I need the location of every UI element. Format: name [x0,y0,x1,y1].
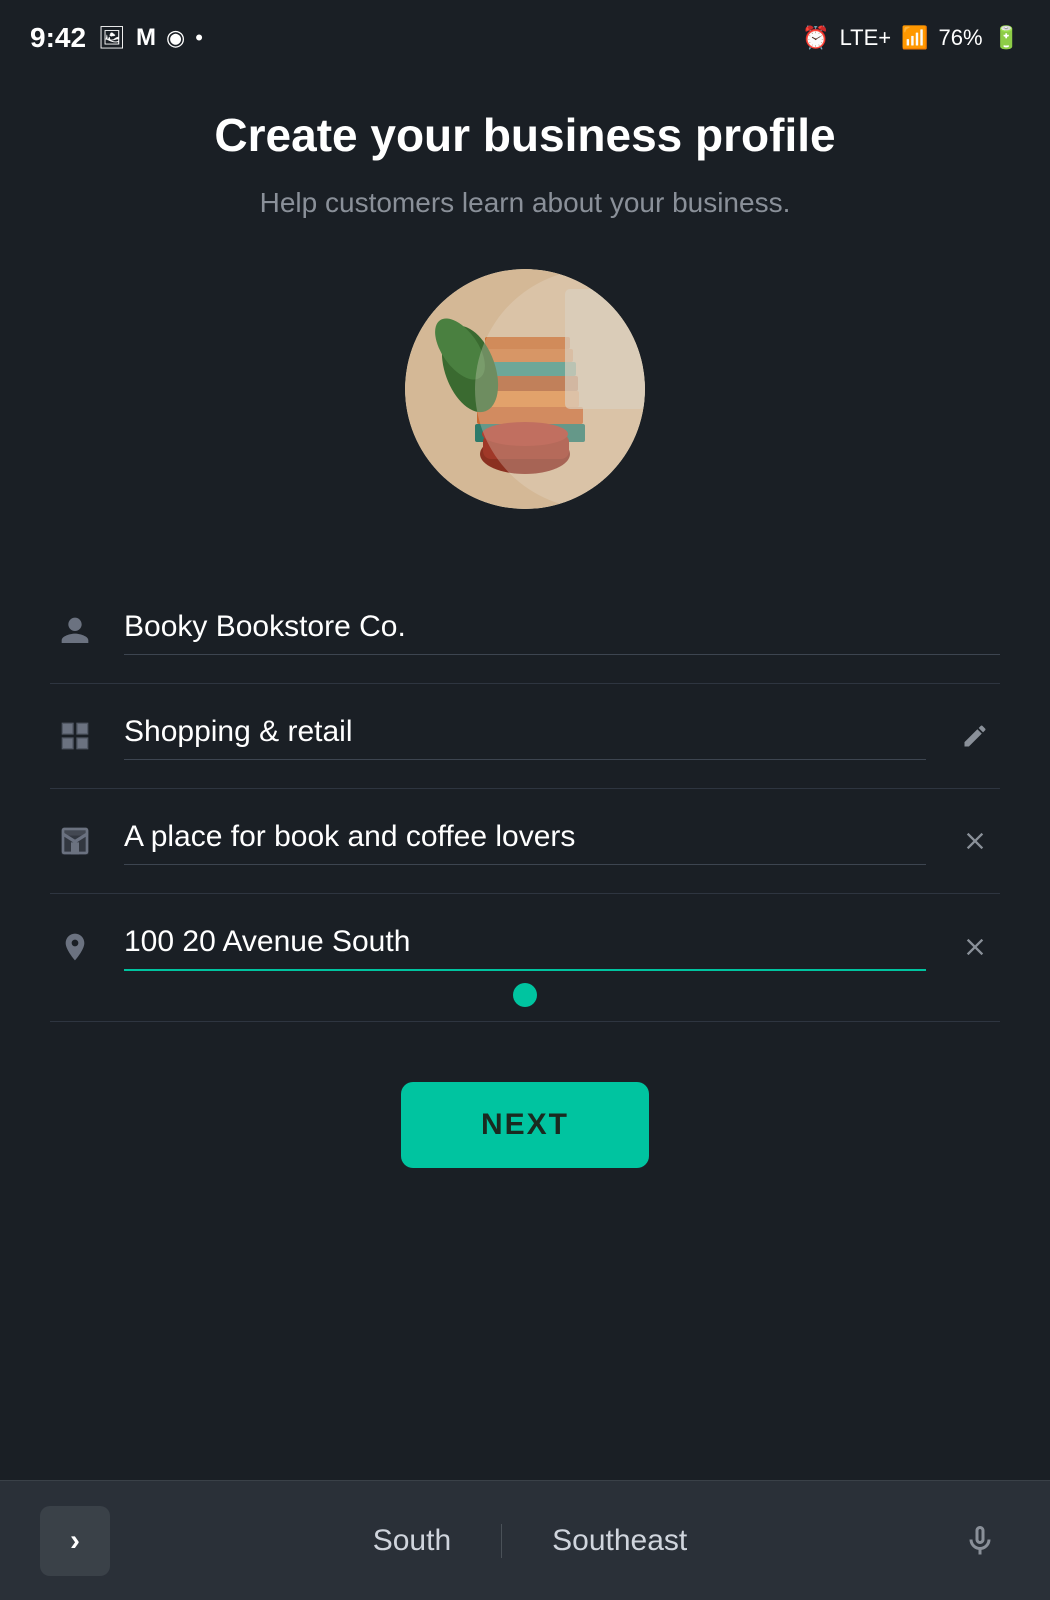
business-name-value[interactable]: Booky Bookstore Co. [124,607,1000,646]
status-bar: 9:42 🖼 M ◉ • ⏰ LTE+ 📶 76% 🔋 [0,0,1050,68]
page-title: Create your business profile [214,108,835,163]
address-underline [124,969,926,971]
description-content: A place for book and coffee lovers [124,817,926,865]
suggestion-south[interactable]: South [323,1524,502,1558]
address-content: 100 20 Avenue South [124,922,926,971]
category-underline [124,759,926,760]
business-name-underline [124,654,1000,655]
signal-icon: 📶 [901,25,928,51]
status-right: ⏰ LTE+ 📶 76% 🔋 [802,25,1020,51]
instagram-icon: ◉ [166,25,185,51]
avatar-image [405,269,645,509]
main-content: Create your business profile Help custom… [0,68,1050,1168]
photo-icon: 🖼 [98,25,126,51]
lte-indicator: LTE+ [840,25,892,51]
keyboard-nav-button[interactable]: › [40,1506,110,1576]
edit-category-button[interactable] [950,722,1000,750]
category-value[interactable]: Shopping & retail [124,712,926,751]
address-row: 100 20 Avenue South [50,894,1000,1022]
keyboard-suggestions: South Southeast [110,1524,950,1558]
dot-icon: • [195,25,203,51]
location-icon [50,931,100,963]
clear-address-button[interactable] [950,933,1000,961]
status-left: 9:42 🖼 M ◉ • [30,22,203,54]
business-name-content: Booky Bookstore Co. [124,607,1000,655]
battery-text: 76% [939,25,983,51]
next-button[interactable]: NEXT [401,1082,649,1168]
keyboard-bar: › South Southeast [0,1480,1050,1600]
category-icon [50,720,100,752]
person-icon [50,615,100,647]
page-subtitle: Help customers learn about your business… [260,187,791,219]
address-value[interactable]: 100 20 Avenue South [124,922,926,961]
next-button-container: NEXT [50,1082,1000,1168]
mail-icon: M [136,24,156,52]
description-value[interactable]: A place for book and coffee lovers [124,817,926,856]
description-row: A place for book and coffee lovers [50,789,1000,894]
category-row: Shopping & retail [50,684,1000,789]
avatar[interactable] [405,269,645,509]
category-content: Shopping & retail [124,712,926,760]
suggestion-southeast[interactable]: Southeast [502,1524,737,1558]
keyboard-mic-button[interactable] [950,1511,1010,1571]
status-time: 9:42 [30,22,86,54]
business-name-row: Booky Bookstore Co. [50,579,1000,684]
description-underline [124,864,926,865]
form-fields: Booky Bookstore Co. Shopping & retail [50,579,1000,1022]
cursor-dot [513,983,537,1007]
store-icon [50,825,100,857]
battery-icon: 🔋 [993,25,1020,51]
status-icons: 🖼 M ◉ • [98,24,203,52]
chevron-right-icon: › [70,1524,80,1558]
clear-description-button[interactable] [950,827,1000,855]
alarm-icon: ⏰ [802,25,829,51]
